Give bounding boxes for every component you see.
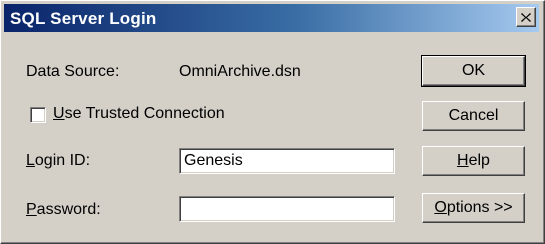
- options-text: ptions >>: [446, 199, 513, 216]
- trusted-connection-text: se Trusted Connection: [64, 105, 225, 122]
- trusted-connection-label[interactable]: Use Trusted Connection: [53, 105, 225, 123]
- trusted-connection-mnemonic: U: [53, 105, 65, 122]
- password-mnemonic: P: [26, 201, 37, 218]
- cancel-button[interactable]: Cancel: [422, 101, 525, 131]
- password-input[interactable]: [179, 196, 395, 222]
- login-id-label: Login ID:: [26, 152, 90, 170]
- password-label: Password:: [26, 201, 101, 219]
- login-id-mnemonic: L: [26, 152, 35, 169]
- help-mnemonic: H: [457, 152, 469, 169]
- close-button[interactable]: [516, 7, 536, 27]
- ok-button[interactable]: OK: [421, 55, 526, 87]
- data-source-value: OmniArchive.dsn: [179, 63, 301, 80]
- password-text: assword:: [36, 201, 101, 218]
- close-icon: [521, 12, 531, 22]
- data-source-label: Data Source:: [26, 63, 120, 80]
- title-bar[interactable]: SQL Server Login: [4, 4, 539, 32]
- options-mnemonic: O: [434, 199, 447, 216]
- help-text: elp: [468, 152, 490, 169]
- sql-server-login-dialog: SQL Server Login Data Source: OmniArchiv…: [0, 0, 545, 244]
- window-title: SQL Server Login: [10, 9, 157, 28]
- options-button[interactable]: Options >>: [422, 193, 525, 223]
- help-button[interactable]: Help: [422, 146, 525, 176]
- login-id-text: ogin ID:: [34, 152, 91, 169]
- trusted-connection-checkbox[interactable]: [30, 107, 46, 123]
- login-id-input[interactable]: [179, 148, 395, 174]
